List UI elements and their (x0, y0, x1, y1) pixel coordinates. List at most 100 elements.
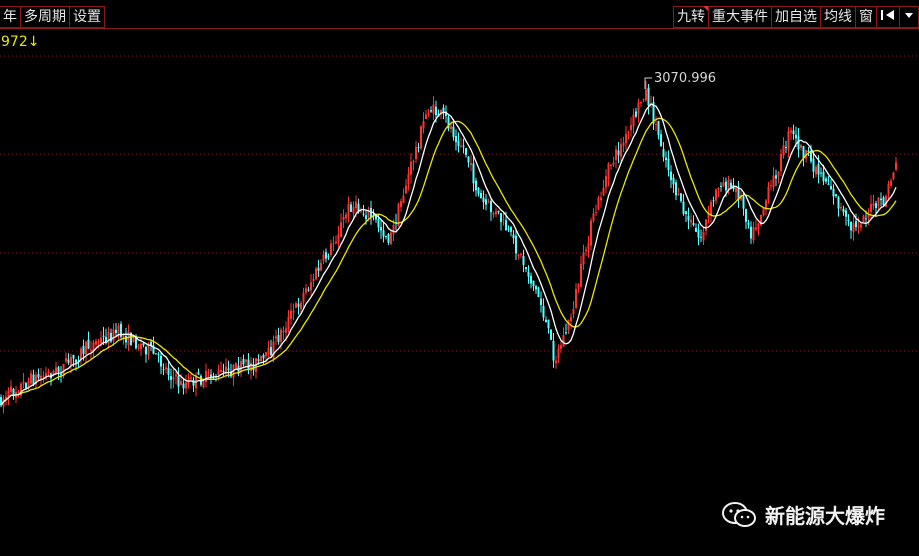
candle-body (847, 219, 850, 222)
candle-body (560, 345, 562, 349)
candle-body (630, 124, 632, 131)
candle-body (872, 203, 875, 206)
candle-body (180, 381, 182, 385)
candle-body (852, 223, 855, 233)
candle-body (537, 287, 540, 298)
candle-body (282, 330, 285, 332)
candle-body (287, 316, 290, 330)
candlestick-plot[interactable]: 3070.996 (0, 0, 919, 556)
candle-body (345, 214, 347, 219)
candle-body (792, 130, 795, 135)
candle-body (100, 337, 102, 344)
candle-body (125, 336, 127, 343)
candle-body (612, 162, 615, 165)
candle-body (305, 288, 307, 293)
candle-body (887, 184, 890, 195)
candle-body (517, 254, 520, 257)
candle-body (540, 298, 542, 305)
candle-body (475, 180, 477, 191)
candle-body (12, 388, 15, 396)
candle-body (797, 136, 800, 150)
wechat-icon (722, 501, 756, 527)
candle-body (335, 241, 337, 244)
candle-body (347, 203, 350, 217)
candle-body (300, 302, 302, 310)
candle-body (777, 171, 780, 177)
candle-body (270, 347, 272, 356)
candle-body (525, 266, 527, 270)
candle-body (677, 193, 680, 196)
candle-body (385, 235, 387, 237)
candle-body (762, 207, 765, 216)
candle-body (572, 308, 575, 315)
candle-body (415, 147, 417, 160)
candle-body (285, 328, 287, 333)
candle-body (505, 220, 507, 231)
candle-body (245, 359, 247, 362)
candle-body (25, 382, 27, 388)
candle-body (470, 163, 472, 166)
candle-body (157, 353, 160, 355)
candle-body (145, 347, 147, 355)
candle-body (185, 382, 187, 389)
candle-body (377, 219, 380, 228)
candle-body (835, 194, 837, 197)
candle-body (350, 204, 352, 212)
candle-body (670, 171, 672, 181)
candle-body (625, 133, 627, 144)
candle-body (697, 230, 700, 238)
candle-body (217, 370, 220, 375)
candle-body (317, 267, 320, 272)
candle-body (667, 158, 670, 171)
candle-body (167, 367, 170, 375)
candle-body (87, 339, 90, 349)
candle-body (170, 376, 172, 380)
candle-body (392, 225, 395, 235)
candle-body (495, 211, 497, 215)
candle-body (620, 144, 622, 157)
candle-body (57, 367, 60, 372)
candle-body (865, 218, 867, 220)
watermark-text: 新能源大爆炸 (765, 504, 885, 528)
candle-body (570, 317, 572, 322)
candle-body (775, 175, 777, 179)
candle-body (877, 197, 880, 207)
candle-body (410, 161, 412, 175)
candle-body (627, 131, 630, 133)
candle-body (32, 374, 35, 385)
candle-body (615, 149, 617, 161)
candle-body (820, 172, 822, 174)
candle-body (632, 114, 635, 127)
candle-body (162, 369, 165, 371)
candle-body (387, 233, 390, 243)
candle-body (422, 121, 425, 129)
candle-body (97, 341, 100, 344)
candle-body (720, 185, 722, 187)
candle-body (207, 371, 210, 373)
candle-body (235, 362, 237, 368)
candle-body (482, 197, 485, 202)
candle-body (717, 188, 720, 190)
candle-body (330, 243, 332, 255)
candle-body (205, 370, 207, 382)
candle-body (705, 219, 707, 231)
candle-body (755, 227, 757, 230)
candle-body (427, 112, 430, 115)
candle-body (595, 212, 597, 214)
candle-body (827, 184, 830, 186)
candle-body (637, 102, 640, 114)
candle-body (685, 211, 687, 215)
candle-body (520, 254, 522, 256)
candle-body (710, 201, 712, 216)
candlestick-series (0, 80, 897, 414)
candle-body (892, 172, 895, 180)
candle-body (500, 213, 502, 223)
candle-body (177, 375, 180, 387)
candle-body (757, 223, 760, 230)
candle-body (467, 156, 470, 163)
candle-body (840, 206, 842, 209)
candle-body (607, 163, 610, 179)
candle-body (90, 349, 92, 352)
candle-body (137, 345, 140, 347)
candle-body (172, 377, 175, 380)
